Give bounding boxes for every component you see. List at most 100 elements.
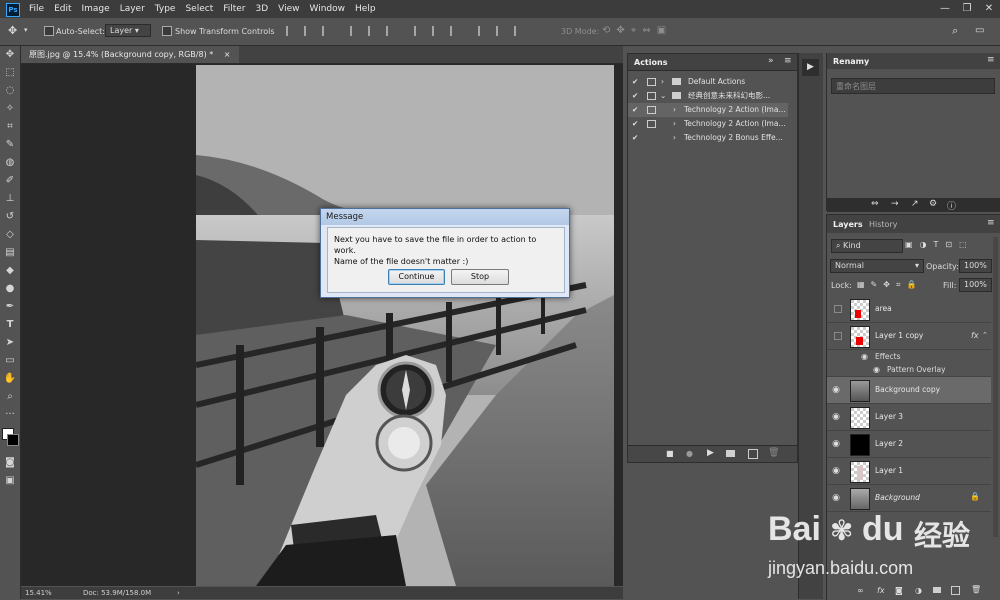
continue-button[interactable]: Continue <box>388 269 445 285</box>
zoom-level[interactable]: 15.41% <box>25 587 52 599</box>
dodge-tool-icon[interactable]: ● <box>0 280 20 298</box>
eye-icon[interactable]: ◉ <box>831 385 841 395</box>
renamy-tab[interactable]: Renamy <box>833 57 869 66</box>
panel-menu-icon[interactable]: ≡ <box>987 55 995 65</box>
color-swatches[interactable] <box>0 424 20 454</box>
distribute-middle-icon[interactable] <box>432 26 442 36</box>
screen-mode-icon[interactable]: ▣ <box>0 472 20 490</box>
layer-row[interactable]: ◉ Background copy <box>827 377 991 404</box>
panel-menu-icon[interactable]: ≡ <box>987 218 995 228</box>
stop-button[interactable]: Stop <box>451 269 509 285</box>
action-row[interactable]: ✔ › Technology 2 Bonus Effe... <box>628 131 788 145</box>
type-tool-icon[interactable]: T <box>0 316 20 334</box>
menu-filter[interactable]: Filter <box>218 0 250 18</box>
layer-row[interactable]: ◉ Layer 1 <box>827 458 991 485</box>
crop-tool-icon[interactable]: ⌗ <box>0 118 20 136</box>
menu-view[interactable]: View <box>273 0 304 18</box>
dialog-toggle-icon[interactable] <box>647 78 656 86</box>
close-button[interactable]: ✕ <box>978 0 1000 18</box>
pen-tool-icon[interactable]: ✒ <box>0 298 20 316</box>
align-icons[interactable] <box>282 26 528 36</box>
move-tool-icon[interactable]: ✥ <box>0 46 20 64</box>
lasso-tool-icon[interactable]: ◌ <box>0 82 20 100</box>
layer-row[interactable]: ◉ Layer 3 <box>827 404 991 431</box>
action-row[interactable]: ✔ › Technology 2 Action (Ima... <box>628 117 788 131</box>
menu-image[interactable]: Image <box>77 0 115 18</box>
tab-history[interactable]: History <box>869 220 897 229</box>
arrow-right-icon[interactable]: → <box>891 199 899 209</box>
gear-icon[interactable]: ⚙ <box>929 199 937 209</box>
align-top-icon[interactable] <box>350 26 360 36</box>
layer-row[interactable]: area <box>827 296 991 323</box>
new-set-icon[interactable] <box>726 450 735 457</box>
blend-mode-dropdown[interactable]: Normal ▾ <box>830 259 924 273</box>
menu-select[interactable]: Select <box>180 0 218 18</box>
minimize-button[interactable]: — <box>934 0 956 18</box>
actions-tab[interactable]: Actions <box>634 58 667 67</box>
align-middle-icon[interactable] <box>368 26 378 36</box>
eye-icon[interactable]: ◉ <box>873 365 880 374</box>
menu-3d[interactable]: 3D <box>251 0 274 18</box>
chevron-right-icon[interactable]: › <box>673 117 676 131</box>
visibility-off-box[interactable] <box>834 305 842 313</box>
layer-row[interactable]: ◉ Layer 2 <box>827 431 991 458</box>
align-center-icon[interactable] <box>304 26 314 36</box>
collapse-panel-icon[interactable]: » <box>768 56 774 66</box>
eye-icon[interactable]: ◉ <box>831 493 841 503</box>
brush-tool-icon[interactable]: ✐ <box>0 172 20 190</box>
chevron-right-icon[interactable]: › <box>673 103 676 117</box>
pattern-overlay-row[interactable]: ◉ Pattern Overlay <box>827 363 991 377</box>
check-icon[interactable]: ✔ <box>632 75 638 89</box>
arrow-up-right-icon[interactable]: ↗ <box>911 199 919 209</box>
more-tools-icon[interactable]: ··· <box>0 406 20 424</box>
actions-panel-icon[interactable]: ▶ <box>802 59 819 76</box>
blur-tool-icon[interactable]: ◆ <box>0 262 20 280</box>
visibility-off-box[interactable] <box>834 332 842 340</box>
opacity-input[interactable]: 100% <box>959 259 992 273</box>
workspace-icon[interactable]: ▭ <box>975 25 984 36</box>
info-icon[interactable]: ⓘ <box>947 199 956 212</box>
record-icon[interactable]: ● <box>686 449 693 458</box>
eraser-tool-icon[interactable]: ◇ <box>0 226 20 244</box>
auto-select-checkbox[interactable] <box>44 26 54 36</box>
menu-file[interactable]: File <box>24 0 49 18</box>
play-selection-icon[interactable]: ▶ <box>707 448 714 458</box>
document-image[interactable] <box>196 65 614 586</box>
check-icon[interactable]: ✔ <box>632 131 638 145</box>
align-left-icon[interactable] <box>286 26 296 36</box>
action-set-row[interactable]: ✔ ⌄ 经典创意未来科幻电影... <box>628 89 788 103</box>
effects-row[interactable]: ◉ Effects <box>827 350 991 363</box>
stop-recording-icon[interactable]: ■ <box>666 449 674 458</box>
chevron-down-icon[interactable]: ⌄ <box>660 89 666 103</box>
marquee-tool-icon[interactable]: ⬚ <box>0 64 20 82</box>
dialog-toggle-icon[interactable] <box>647 106 656 114</box>
eye-icon[interactable]: ◉ <box>831 466 841 476</box>
status-menu-chevron-icon[interactable]: › <box>177 587 180 599</box>
distribute-center-icon[interactable] <box>496 26 506 36</box>
menu-help[interactable]: Help <box>350 0 381 18</box>
close-tab-icon[interactable]: × <box>224 50 231 59</box>
dialog-toggle-icon[interactable] <box>647 92 656 100</box>
distribute-right-icon[interactable] <box>514 26 524 36</box>
layer-filter-icons[interactable]: ▣◑T⊡⬚ <box>905 240 974 249</box>
maximize-button[interactable]: ❐ <box>956 0 978 18</box>
layer-row[interactable]: Layer 1 copy fx ⌃ <box>827 323 991 350</box>
path-selection-tool-icon[interactable]: ➤ <box>0 334 20 352</box>
action-row[interactable]: ✔ › Technology 2 Action (Ima... <box>628 103 788 117</box>
layers-scrollbar[interactable] <box>993 237 998 537</box>
chevron-up-icon[interactable]: ⌃ <box>982 331 988 339</box>
trash-icon[interactable]: 🗑 <box>768 448 779 458</box>
new-action-icon[interactable] <box>748 449 758 459</box>
zoom-tool-icon[interactable]: ⌕ <box>0 388 20 406</box>
gradient-tool-icon[interactable]: ▤ <box>0 244 20 262</box>
eye-icon[interactable]: ◉ <box>831 439 841 449</box>
align-bottom-icon[interactable] <box>386 26 396 36</box>
tab-layers[interactable]: Layers <box>833 220 863 229</box>
lock-icons[interactable]: ▦✎✥⌗🔒 <box>857 280 922 290</box>
eyedropper-tool-icon[interactable]: ✎ <box>0 136 20 154</box>
distribute-bottom-icon[interactable] <box>450 26 460 36</box>
menu-edit[interactable]: Edit <box>49 0 76 18</box>
menu-type[interactable]: Type <box>150 0 181 18</box>
check-icon[interactable]: ✔ <box>632 117 638 131</box>
show-transform-checkbox[interactable] <box>162 26 172 36</box>
